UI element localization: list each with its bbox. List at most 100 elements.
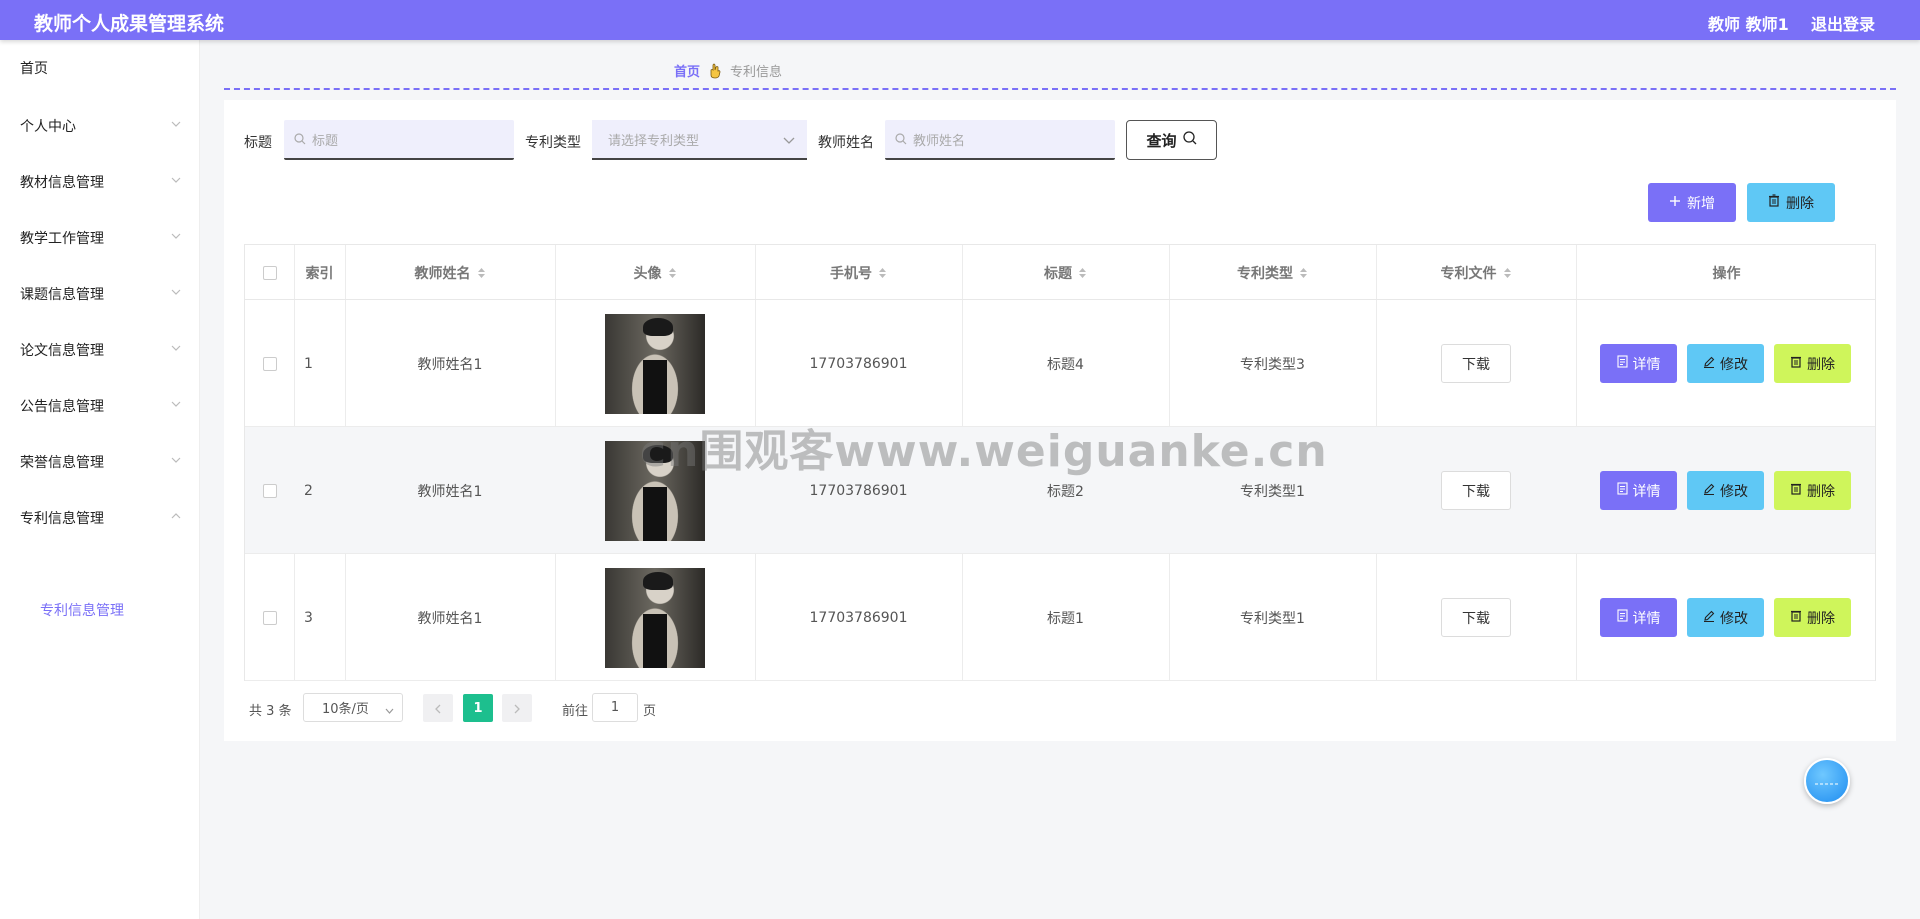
sort-icon[interactable]	[477, 266, 486, 280]
header-title[interactable]: 标题	[962, 245, 1169, 300]
row-checkbox[interactable]	[262, 483, 277, 498]
next-page-button[interactable]	[502, 694, 532, 722]
sidebar-item-notice[interactable]: 公告信息管理	[20, 396, 185, 420]
index-cell: 2	[304, 482, 313, 499]
patent-type-select[interactable]: 请选择专利类型	[592, 120, 807, 160]
trash-icon	[1790, 609, 1802, 626]
download-button[interactable]: 下载	[1441, 598, 1511, 637]
trash-icon	[1768, 194, 1780, 211]
table-header: 索引 教师姓名 头像 手机号 标题 专利类型 专利文件 操作	[245, 245, 1875, 300]
sort-icon[interactable]	[1299, 266, 1308, 280]
avatar[interactable]	[605, 567, 705, 668]
edit-button[interactable]: 修改	[1687, 344, 1764, 383]
patent-file-cell: 下载	[1376, 300, 1576, 427]
chevron-down-icon	[783, 134, 795, 149]
edit-button-label: 修改	[1720, 610, 1748, 627]
breadcrumb-home[interactable]: 首页	[674, 61, 700, 80]
pagination-total: 共 3 条	[249, 704, 292, 719]
title-cell: 标题2	[1047, 483, 1084, 500]
sidebar-item-honor[interactable]: 荣誉信息管理	[20, 452, 185, 476]
search-icon	[1182, 131, 1197, 149]
header-patent-type[interactable]: 专利类型	[1169, 245, 1376, 300]
select-all-checkbox[interactable]	[262, 265, 277, 280]
trash-icon	[1790, 355, 1802, 372]
sidebar-item-label: 荣誉信息管理	[20, 455, 104, 471]
document-icon	[1616, 355, 1628, 372]
header-phone[interactable]: 手机号	[755, 245, 962, 300]
sort-icon[interactable]	[668, 266, 677, 280]
prev-page-button[interactable]	[423, 694, 453, 722]
page-number-current[interactable]: 1	[463, 694, 493, 722]
sidebar-subitem-patent-management[interactable]: 专利信息管理	[40, 600, 124, 620]
page-size-value: 10条/页	[322, 702, 369, 717]
avatar-cell	[555, 554, 755, 681]
delete-button-label: 删除	[1807, 483, 1835, 500]
avatar[interactable]	[605, 440, 705, 541]
edit-button[interactable]: 修改	[1687, 471, 1764, 510]
pencil-icon	[1703, 610, 1715, 626]
row-select-cell	[245, 300, 294, 427]
detail-button[interactable]: 详情	[1600, 471, 1677, 510]
sidebar-item-teaching-work[interactable]: 教学工作管理	[20, 228, 185, 252]
phone-cell: 17703786901	[809, 609, 908, 626]
teacher-search-input[interactable]: 教师姓名	[885, 120, 1115, 160]
title-filter-label: 标题	[244, 135, 272, 151]
title-search-input[interactable]: 标题	[284, 120, 514, 160]
header-avatar[interactable]: 头像	[555, 245, 755, 300]
sidebar-item-textbook[interactable]: 教材信息管理	[20, 172, 185, 196]
search-icon	[294, 133, 306, 145]
delete-button[interactable]: 删除	[1774, 344, 1851, 383]
row-checkbox[interactable]	[262, 610, 277, 625]
query-button[interactable]: 查询	[1126, 120, 1217, 160]
delete-button-label: 删除	[1807, 610, 1835, 627]
patent-file-cell: 下载	[1376, 427, 1576, 554]
delete-button[interactable]: 删除	[1774, 471, 1851, 510]
sort-icon[interactable]	[878, 266, 887, 280]
download-button[interactable]: 下载	[1441, 344, 1511, 383]
detail-button-label: 详情	[1632, 356, 1661, 373]
floating-action-button[interactable]	[1804, 758, 1850, 804]
query-button-label: 查询	[1146, 131, 1177, 150]
chevron-down-icon	[171, 119, 181, 129]
sidebar-item-label: 个人中心	[20, 119, 76, 135]
pencil-icon	[1703, 356, 1715, 372]
teacher-search-placeholder: 教师姓名	[913, 133, 966, 149]
logout-link[interactable]: 退出登录	[1811, 11, 1875, 35]
app-header: 教师个人成果管理系统 教师 教师1 退出登录	[0, 0, 1920, 40]
edit-button[interactable]: 修改	[1687, 598, 1764, 637]
download-button[interactable]: 下载	[1441, 471, 1511, 510]
batch-delete-button[interactable]: 删除	[1747, 183, 1835, 222]
row-select-cell	[245, 554, 294, 681]
header-select-all[interactable]	[245, 245, 294, 300]
teacher-name-cell: 教师姓名1	[417, 483, 483, 500]
detail-button[interactable]: 详情	[1600, 598, 1677, 637]
sidebar-item-home[interactable]: 首页	[20, 58, 185, 82]
edit-button-label: 修改	[1720, 483, 1748, 500]
delete-button[interactable]: 删除	[1774, 598, 1851, 637]
chevron-right-icon	[513, 699, 521, 718]
title-search-placeholder: 标题	[312, 133, 339, 149]
avatar[interactable]	[605, 313, 705, 414]
header-teacher-name[interactable]: 教师姓名	[345, 245, 555, 300]
sidebar-item-personal-center[interactable]: 个人中心	[20, 116, 185, 140]
header-patent-file[interactable]: 专利文件	[1376, 245, 1576, 300]
sort-icon[interactable]	[1078, 266, 1087, 280]
sort-icon[interactable]	[1503, 266, 1512, 280]
table-row: 3 教师姓名1 17703786901 标题1 专利类型1 下载 详情 修改 删…	[245, 554, 1875, 681]
teacher-name-cell: 教师姓名1	[417, 610, 483, 627]
patent-table: 索引 教师姓名 头像 手机号 标题 专利类型 专利文件 操作 1 教师姓名1 1…	[244, 244, 1876, 681]
add-button-label: 新增	[1687, 195, 1715, 212]
sidebar-item-patent[interactable]: 专利信息管理	[20, 508, 185, 532]
pencil-icon	[1703, 483, 1715, 499]
sidebar-item-paper[interactable]: 论文信息管理	[20, 340, 185, 364]
add-button[interactable]: 新增	[1648, 183, 1736, 222]
row-checkbox[interactable]	[262, 356, 277, 371]
detail-button-label: 详情	[1632, 483, 1661, 500]
sidebar-item-project[interactable]: 课题信息管理	[20, 284, 185, 308]
page-size-select[interactable]: 10条/页	[303, 693, 403, 722]
edit-button-label: 修改	[1720, 356, 1748, 373]
detail-button[interactable]: 详情	[1600, 344, 1677, 383]
goto-page-input[interactable]: 1	[592, 693, 638, 722]
phone-cell: 17703786901	[809, 355, 908, 372]
patent-type-placeholder: 请选择专利类型	[608, 133, 700, 149]
